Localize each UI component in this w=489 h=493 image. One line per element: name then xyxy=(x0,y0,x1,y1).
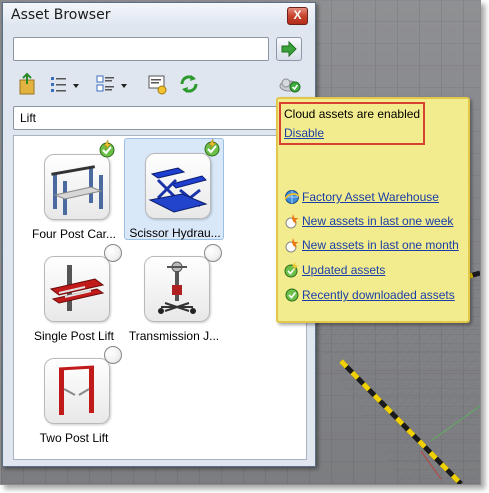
asset-tile-two-post[interactable]: Two Post Lift xyxy=(24,346,124,448)
asset-tile-transmission-jack[interactable]: Transmission J... xyxy=(124,244,224,346)
refresh-button[interactable] xyxy=(177,72,201,96)
link-label: Recently downloaded assets xyxy=(302,288,455,302)
scissor-lift-image xyxy=(148,167,208,213)
link-updated-assets[interactable]: Updated assets xyxy=(284,262,385,278)
two-post-lift-image xyxy=(58,365,95,415)
arrow-right-icon xyxy=(281,40,297,58)
not-downloaded-status-icon xyxy=(104,244,122,262)
asset-tile-single-post[interactable]: Single Post Lift xyxy=(24,244,124,346)
disable-link[interactable]: Disable xyxy=(284,126,324,140)
search-go-button[interactable] xyxy=(276,37,302,61)
four-post-lift-image xyxy=(51,165,103,215)
refresh-icon xyxy=(180,75,198,93)
cloud-status-button[interactable] xyxy=(277,72,303,96)
single-post-lift-image xyxy=(49,265,105,311)
import-button[interactable] xyxy=(17,72,39,96)
link-factory-asset-warehouse[interactable]: Factory Asset Warehouse xyxy=(284,189,439,205)
link-new-assets-week[interactable]: New assets in last one week xyxy=(284,213,453,229)
updated-status-icon xyxy=(99,140,115,158)
asset-thumbnail xyxy=(44,358,110,424)
cloud-assets-popup: Cloud assets are enabled Disable Factory… xyxy=(276,97,470,323)
cloud-status-text: Cloud assets are enabled xyxy=(284,107,421,121)
tooltip-icon xyxy=(148,75,167,95)
window-title: Asset Browser xyxy=(11,7,111,23)
link-label: Updated assets xyxy=(302,263,386,277)
import-icon xyxy=(19,72,35,95)
thumbnail-view-button[interactable] xyxy=(95,72,131,96)
search-input[interactable] xyxy=(13,37,269,61)
asset-label: Scissor Hydrau... xyxy=(129,226,221,240)
new-asset-icon xyxy=(285,238,299,253)
asset-thumbnail xyxy=(144,256,210,322)
category-select[interactable]: Lift xyxy=(13,106,307,130)
toolbar xyxy=(13,69,305,99)
list-view-icon xyxy=(51,77,79,92)
link-new-assets-month[interactable]: New assets in last one month xyxy=(284,237,459,253)
screenshot-frame: Asset Browser X Lift Four Post Car... Sc… xyxy=(0,0,481,485)
asset-label: Transmission J... xyxy=(128,329,220,343)
link-recently-downloaded[interactable]: Recently downloaded assets xyxy=(284,287,455,303)
thumbnail-view-icon xyxy=(96,75,127,92)
asset-tile-four-post[interactable]: Four Post Car... xyxy=(24,140,124,244)
list-view-button[interactable] xyxy=(49,72,83,96)
asset-thumbnail xyxy=(145,153,211,219)
globe-icon xyxy=(284,190,300,204)
new-asset-icon xyxy=(285,214,299,229)
close-button[interactable]: X xyxy=(287,7,308,25)
link-label: New assets in last one month xyxy=(302,238,459,252)
not-downloaded-status-icon xyxy=(204,244,222,262)
tooltip-button[interactable] xyxy=(147,72,169,96)
updated-status-icon xyxy=(204,139,220,157)
cloud-icon xyxy=(279,78,301,93)
asset-thumbnail xyxy=(44,256,110,322)
asset-browser-window: Asset Browser X Lift Four Post Car... Sc… xyxy=(2,2,316,467)
asset-label: Four Post Car... xyxy=(31,227,117,241)
window-titlebar[interactable]: Asset Browser X xyxy=(3,3,315,27)
downloaded-asset-icon xyxy=(285,288,299,302)
transmission-jack-image xyxy=(158,261,196,314)
asset-tile-scissor-hydraulic[interactable]: Scissor Hydrau... xyxy=(124,138,224,240)
close-icon: X xyxy=(293,8,302,22)
asset-label: Single Post Lift xyxy=(33,329,115,343)
link-label: New assets in last one week xyxy=(302,214,454,228)
link-label: Factory Asset Warehouse xyxy=(302,190,439,204)
asset-thumbnail xyxy=(44,154,110,220)
not-downloaded-status-icon xyxy=(104,346,122,364)
updated-asset-icon xyxy=(284,262,298,278)
asset-label: Two Post Lift xyxy=(39,431,109,445)
asset-grid: Four Post Car... Scissor Hydrau... Singl… xyxy=(13,135,307,460)
